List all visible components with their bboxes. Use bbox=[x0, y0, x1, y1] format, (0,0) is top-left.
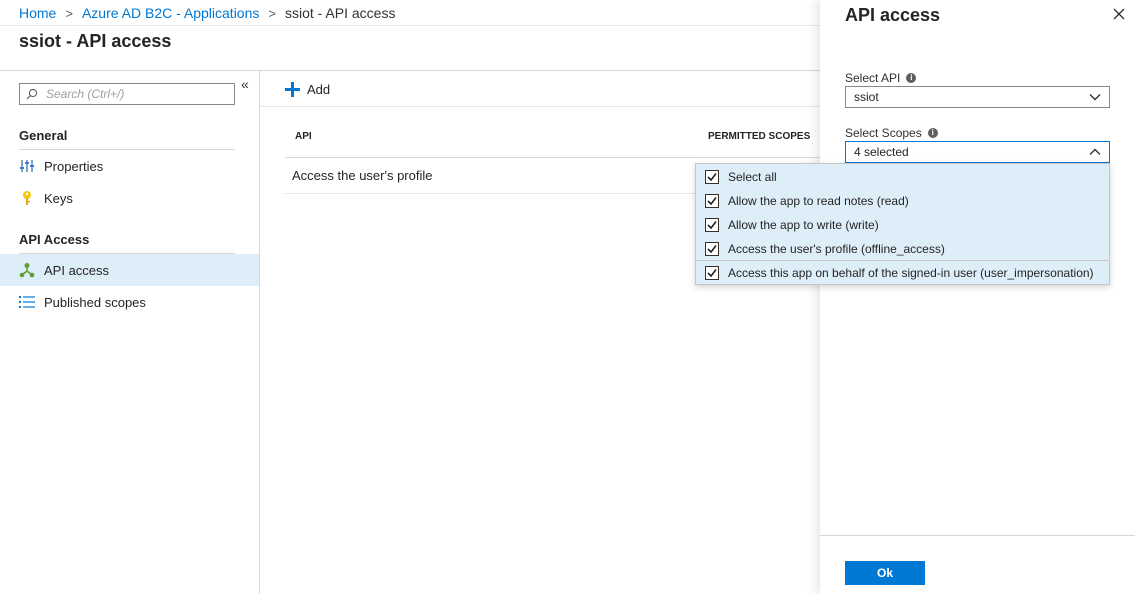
close-button[interactable] bbox=[1111, 6, 1127, 22]
column-header-api: API bbox=[295, 131, 312, 142]
scope-option-offline-access[interactable]: Access the user's profile (offline_acces… bbox=[696, 237, 1109, 261]
checkmark-icon bbox=[707, 245, 717, 254]
checkmark-icon bbox=[707, 221, 717, 230]
add-button[interactable]: Add bbox=[285, 80, 330, 98]
checkmark-icon bbox=[707, 173, 717, 182]
table-row[interactable]: Access the user's profile bbox=[292, 168, 433, 183]
breadcrumb-separator: > bbox=[268, 5, 276, 21]
properties-icon bbox=[19, 158, 35, 174]
search-box[interactable] bbox=[19, 83, 235, 105]
api-access-panel: API access Select API i ssiot Select Sco… bbox=[820, 0, 1135, 594]
checkmark-icon bbox=[707, 268, 717, 277]
breadcrumb-current: ssiot - API access bbox=[284, 5, 396, 21]
divider bbox=[260, 106, 820, 107]
select-scopes-value: 4 selected bbox=[854, 145, 909, 159]
select-scopes-dropdown[interactable]: 4 selected bbox=[845, 141, 1110, 163]
divider bbox=[820, 535, 1135, 536]
left-nav: « General Properties Keys API Access bbox=[0, 71, 260, 594]
api-access-icon bbox=[19, 262, 35, 278]
scope-option-write[interactable]: Allow the app to write (write) bbox=[696, 213, 1109, 237]
info-icon[interactable]: i bbox=[927, 128, 938, 138]
breadcrumb-home-link[interactable]: Home bbox=[19, 5, 56, 21]
scope-option-read[interactable]: Allow the app to read notes (read) bbox=[696, 189, 1109, 213]
sidebar-item-api-access[interactable]: API access bbox=[0, 254, 259, 286]
select-api-label: Select API bbox=[845, 71, 901, 85]
search-icon bbox=[26, 88, 38, 100]
plus-icon bbox=[285, 81, 300, 97]
select-api-label-row: Select API i bbox=[845, 71, 917, 85]
ok-button[interactable]: Ok bbox=[845, 561, 925, 585]
column-header-permitted-scopes: PERMITTED SCOPES bbox=[708, 131, 811, 142]
sidebar-item-label: API access bbox=[44, 262, 110, 278]
select-api-value: ssiot bbox=[854, 90, 879, 104]
checkbox[interactable] bbox=[705, 194, 719, 208]
nav-section-general: General bbox=[19, 128, 68, 143]
breadcrumb: Home > Azure AD B2C - Applications > ssi… bbox=[19, 5, 395, 21]
scope-option-label: Access this app on behalf of the signed-… bbox=[728, 265, 1094, 280]
search-input[interactable] bbox=[46, 87, 226, 101]
select-scopes-label: Select Scopes bbox=[845, 126, 922, 140]
divider bbox=[0, 25, 820, 26]
checkbox[interactable] bbox=[705, 265, 719, 280]
breadcrumb-separator: > bbox=[65, 5, 73, 21]
checkbox[interactable] bbox=[705, 218, 719, 232]
page-title: ssiot - API access bbox=[19, 31, 172, 51]
divider bbox=[285, 157, 820, 158]
select-scopes-label-row: Select Scopes i bbox=[845, 126, 938, 140]
scope-option-label: Select all bbox=[728, 170, 777, 184]
scope-option-label: Allow the app to read notes (read) bbox=[728, 194, 909, 208]
sidebar-item-label: Keys bbox=[44, 190, 73, 206]
checkmark-icon bbox=[707, 197, 717, 206]
key-icon bbox=[19, 190, 35, 206]
checkbox[interactable] bbox=[705, 170, 719, 184]
sidebar-item-properties[interactable]: Properties bbox=[0, 150, 259, 182]
add-button-label: Add bbox=[307, 81, 331, 97]
scopes-dropdown-list: Select all Allow the app to read notes (… bbox=[695, 163, 1110, 285]
sidebar-item-published-scopes[interactable]: Published scopes bbox=[0, 286, 259, 318]
sidebar-item-keys[interactable]: Keys bbox=[0, 182, 259, 214]
scope-option-select-all[interactable]: Select all bbox=[696, 165, 1109, 189]
sidebar-item-label: Properties bbox=[44, 158, 104, 174]
panel-title: API access bbox=[845, 5, 941, 25]
select-api-dropdown[interactable]: ssiot bbox=[845, 86, 1110, 108]
scope-option-label: Access the user's profile (offline_acces… bbox=[728, 242, 945, 256]
list-icon bbox=[19, 294, 35, 310]
scope-option-user-impersonation[interactable]: Access this app on behalf of the signed-… bbox=[696, 260, 1109, 284]
collapse-menu-button[interactable]: « bbox=[241, 77, 255, 91]
scope-option-label: Allow the app to write (write) bbox=[728, 218, 879, 232]
nav-section-api-access: API Access bbox=[19, 232, 90, 247]
chevron-up-icon bbox=[1089, 148, 1101, 155]
close-icon bbox=[1113, 8, 1125, 20]
info-icon[interactable]: i bbox=[906, 73, 917, 83]
breadcrumb-applications-link[interactable]: Azure AD B2C - Applications bbox=[82, 5, 259, 21]
checkbox[interactable] bbox=[705, 242, 719, 256]
sidebar-item-label: Published scopes bbox=[44, 294, 146, 310]
chevron-down-icon bbox=[1089, 94, 1101, 101]
